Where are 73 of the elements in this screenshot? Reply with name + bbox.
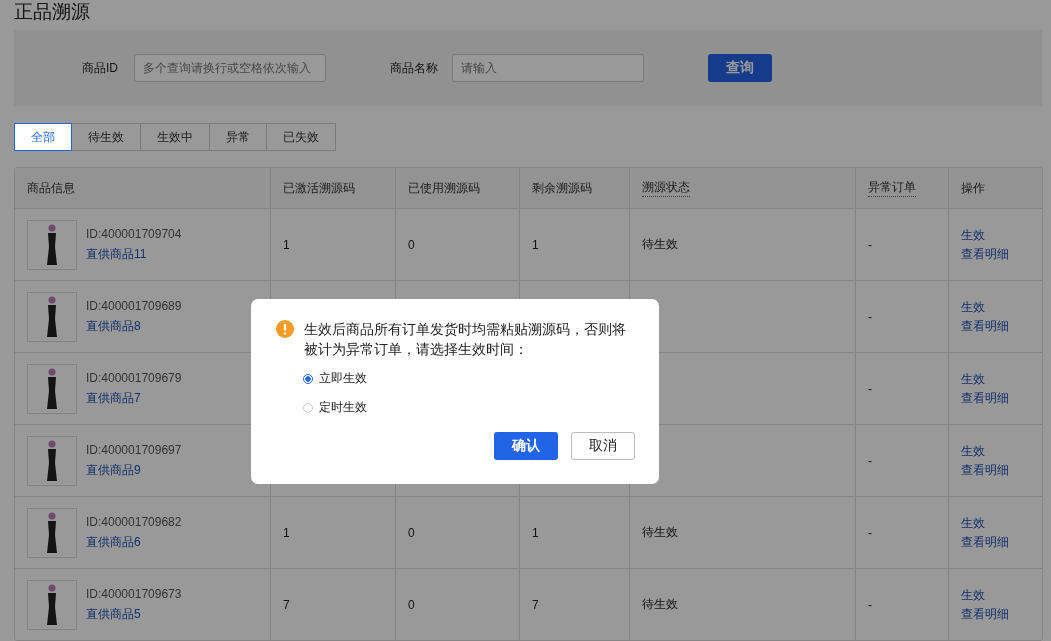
action-link[interactable]: 查看明细	[961, 605, 1009, 623]
column-header: 异常订单	[868, 179, 916, 197]
table-cell: -	[868, 381, 872, 396]
action-link[interactable]: 查看明细	[961, 245, 1009, 263]
product-id: ID:400001709704	[86, 226, 182, 241]
table-cell: -	[868, 237, 872, 252]
product-id: ID:400001709679	[86, 370, 182, 385]
action-link[interactable]: 生效	[961, 370, 985, 388]
table-cell: -	[868, 597, 872, 612]
table-cell: -	[868, 309, 872, 324]
radio-label[interactable]: 立即生效	[319, 370, 367, 387]
photo-placeholder	[27, 579, 77, 630]
filter-tab[interactable]: 已失效	[266, 123, 336, 151]
photo-placeholder	[27, 291, 77, 342]
dialog-message: 生效后商品所有订单发货时均需粘贴溯源码，否则将被计为异常订单，请选择生效时间：	[304, 320, 627, 359]
action-link[interactable]: 查看明细	[961, 461, 1009, 479]
input-field[interactable]: 请输入	[452, 54, 644, 82]
table-cell: 待生效	[642, 236, 678, 253]
product-id: ID:400001709673	[86, 586, 182, 601]
table-cell: 1	[283, 237, 290, 252]
filter-tab[interactable]: 生效中	[140, 123, 210, 151]
product-id: ID:400001709697	[86, 442, 182, 457]
product-id: ID:400001709689	[86, 298, 182, 313]
field-label: 商品名称	[390, 59, 438, 77]
product-name-link[interactable]: 直供商品7	[86, 389, 182, 407]
column-header: 剩余溯源码	[532, 179, 592, 197]
table-cell: 1	[532, 237, 539, 252]
action-link[interactable]: 生效	[961, 442, 985, 460]
field-label: 商品ID	[82, 59, 118, 77]
action-link[interactable]: 生效	[961, 586, 985, 604]
table-cell: 待生效	[642, 596, 678, 613]
input-field[interactable]: 多个查询请换行或空格依次输入	[134, 54, 326, 82]
action-link[interactable]: 生效	[961, 514, 985, 532]
table-cell: 1	[283, 525, 290, 540]
radio-label[interactable]: 定时生效	[319, 399, 367, 416]
product-name-link[interactable]: 直供商品11	[86, 245, 182, 263]
column-header: 商品信息	[27, 179, 75, 197]
action-link[interactable]: 查看明细	[961, 389, 1009, 407]
column-header: 溯源状态	[642, 179, 690, 197]
product-name-link[interactable]: 直供商品8	[86, 317, 182, 335]
table-cell: 0	[408, 237, 415, 252]
column-header: 操作	[961, 179, 985, 197]
filter-tab[interactable]: 待生效	[71, 123, 141, 151]
table-cell: 7	[532, 597, 539, 612]
table-cell: -	[868, 525, 872, 540]
product-name-link[interactable]: 直供商品9	[86, 461, 182, 479]
filter-tab[interactable]: 全部	[14, 123, 72, 151]
photo-placeholder	[27, 219, 77, 270]
table-cell: -	[868, 453, 872, 468]
table-cell: 0	[408, 525, 415, 540]
photo-placeholder	[27, 507, 77, 558]
column-header: 已激活溯源码	[283, 179, 355, 197]
radio-button[interactable]	[303, 373, 313, 384]
warning-icon	[276, 320, 294, 338]
query-button[interactable]: 查询	[708, 54, 772, 82]
table-cell: 0	[408, 597, 415, 612]
confirm-button[interactable]: 确认	[494, 432, 558, 460]
action-link[interactable]: 生效	[961, 226, 985, 244]
action-link[interactable]: 查看明细	[961, 317, 1009, 335]
column-header: 已使用溯源码	[408, 179, 480, 197]
product-name-link[interactable]: 直供商品6	[86, 533, 182, 551]
product-id: ID:400001709682	[86, 514, 182, 529]
action-link[interactable]: 生效	[961, 298, 985, 316]
action-link[interactable]: 查看明细	[961, 533, 1009, 551]
filter-tab[interactable]: 异常	[209, 123, 267, 151]
photo-placeholder	[27, 435, 77, 486]
table-cell: 待生效	[642, 524, 678, 541]
photo-placeholder	[27, 363, 77, 414]
product-name-link[interactable]: 直供商品5	[86, 605, 182, 623]
cancel-button[interactable]: 取消	[571, 432, 635, 460]
page-title: 正品溯源	[14, 0, 91, 24]
table-cell: 7	[283, 597, 290, 612]
table-cell: 1	[532, 525, 539, 540]
